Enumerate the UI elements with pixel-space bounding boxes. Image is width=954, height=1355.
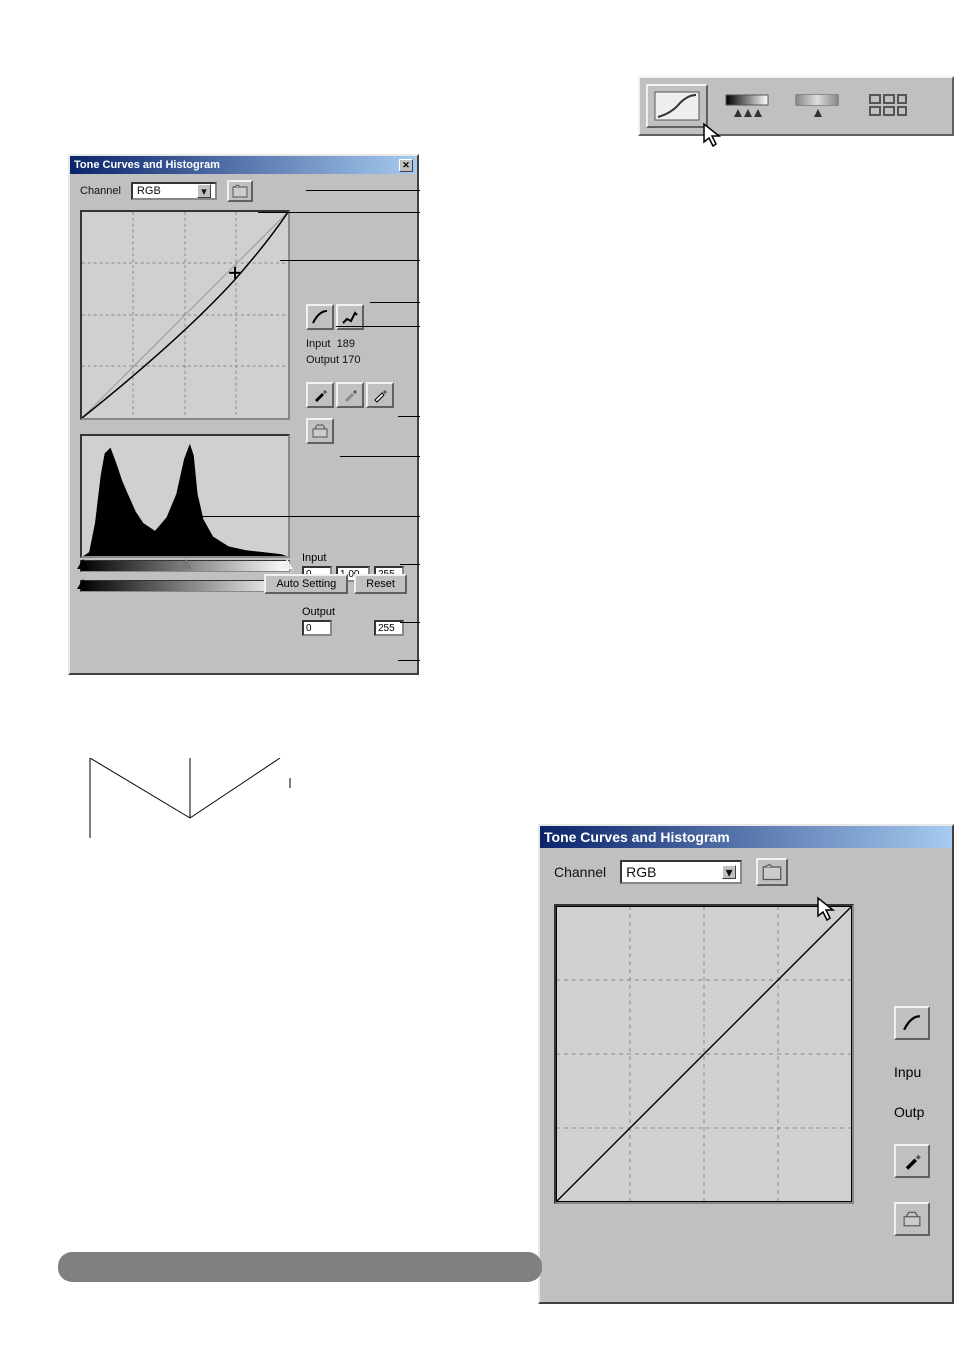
output-readout-label-partial: Outp xyxy=(894,1104,930,1120)
white-point-eyedropper[interactable] xyxy=(366,382,394,408)
chevron-down-icon: ▾ xyxy=(722,865,736,879)
black-point-eyedropper[interactable] xyxy=(894,1144,930,1178)
output-levels-label: Output xyxy=(302,606,417,618)
top-toolbar xyxy=(638,76,954,136)
channel-value: RGB xyxy=(137,185,161,197)
leader-line xyxy=(258,212,420,213)
leader-line xyxy=(280,260,420,261)
chevron-down-icon: ▾ xyxy=(197,184,211,198)
apply-button[interactable] xyxy=(894,1202,930,1236)
auto-setting-button[interactable]: Auto Setting xyxy=(264,574,348,594)
titlebar[interactable]: Tone Curves and Histogram ✕ xyxy=(70,156,417,174)
output-readout-value: 170 xyxy=(342,354,360,366)
titlebar[interactable]: Tone Curves and Histogram xyxy=(540,826,952,848)
leader-line xyxy=(370,302,420,303)
levels-tool-button[interactable] xyxy=(716,84,778,128)
dialog-title: Tone Curves and Histogram xyxy=(74,159,220,171)
output-black-field[interactable] xyxy=(302,620,332,636)
input-levels-label: Input xyxy=(302,552,417,564)
grid-tool-button[interactable] xyxy=(856,84,918,128)
input-readout-label-partial: Inpu xyxy=(894,1064,930,1080)
load-curve-button[interactable] xyxy=(227,180,253,202)
dialog-title: Tone Curves and Histogram xyxy=(544,829,730,845)
smooth-curve-button[interactable] xyxy=(894,1006,930,1040)
channel-value: RGB xyxy=(626,864,656,880)
channel-label: Channel xyxy=(80,185,121,197)
input-white-slider[interactable] xyxy=(281,559,293,569)
channel-select[interactable]: RGB ▾ xyxy=(620,860,742,884)
load-curve-button[interactable] xyxy=(756,858,788,886)
channel-label: Channel xyxy=(554,864,606,880)
tone-curve-graph[interactable] xyxy=(554,904,854,1204)
curves-tool-button[interactable] xyxy=(646,84,708,128)
histogram-graph[interactable] xyxy=(80,434,290,558)
input-readout-label: Input xyxy=(306,338,330,350)
black-point-eyedropper[interactable] xyxy=(306,382,334,408)
input-black-slider[interactable] xyxy=(77,559,89,569)
leader-line xyxy=(306,190,420,191)
leader-line xyxy=(398,660,420,661)
leader-line xyxy=(400,622,420,623)
input-readout-value: 189 xyxy=(337,338,355,350)
output-gradient-slider[interactable] xyxy=(80,580,290,592)
variations-tool-button[interactable] xyxy=(786,84,848,128)
close-button[interactable]: ✕ xyxy=(399,159,413,172)
leader-line xyxy=(336,326,420,327)
leader-line xyxy=(400,564,420,565)
tone-curves-dialog: Tone Curves and Histogram ✕ Channel RGB … xyxy=(68,154,419,675)
output-readout-label: Output xyxy=(306,354,339,366)
channel-select[interactable]: RGB ▾ xyxy=(131,182,217,200)
reset-button[interactable]: Reset xyxy=(354,574,407,594)
leader-line xyxy=(200,516,420,517)
output-black-slider[interactable] xyxy=(77,579,89,589)
tone-curves-dialog-large: Tone Curves and Histogram Channel RGB ▾ xyxy=(538,824,954,1304)
gray-point-eyedropper[interactable] xyxy=(336,382,364,408)
leader-line xyxy=(340,456,420,457)
slider-annotation-lines xyxy=(80,758,300,838)
tone-curve-graph[interactable] xyxy=(80,210,290,420)
input-gradient-slider[interactable] xyxy=(80,560,290,572)
leader-line xyxy=(398,416,420,417)
input-gamma-slider[interactable] xyxy=(180,559,192,569)
page-footer-bar xyxy=(58,1252,542,1282)
smooth-curve-button[interactable] xyxy=(306,304,334,330)
apply-button[interactable] xyxy=(306,418,334,444)
